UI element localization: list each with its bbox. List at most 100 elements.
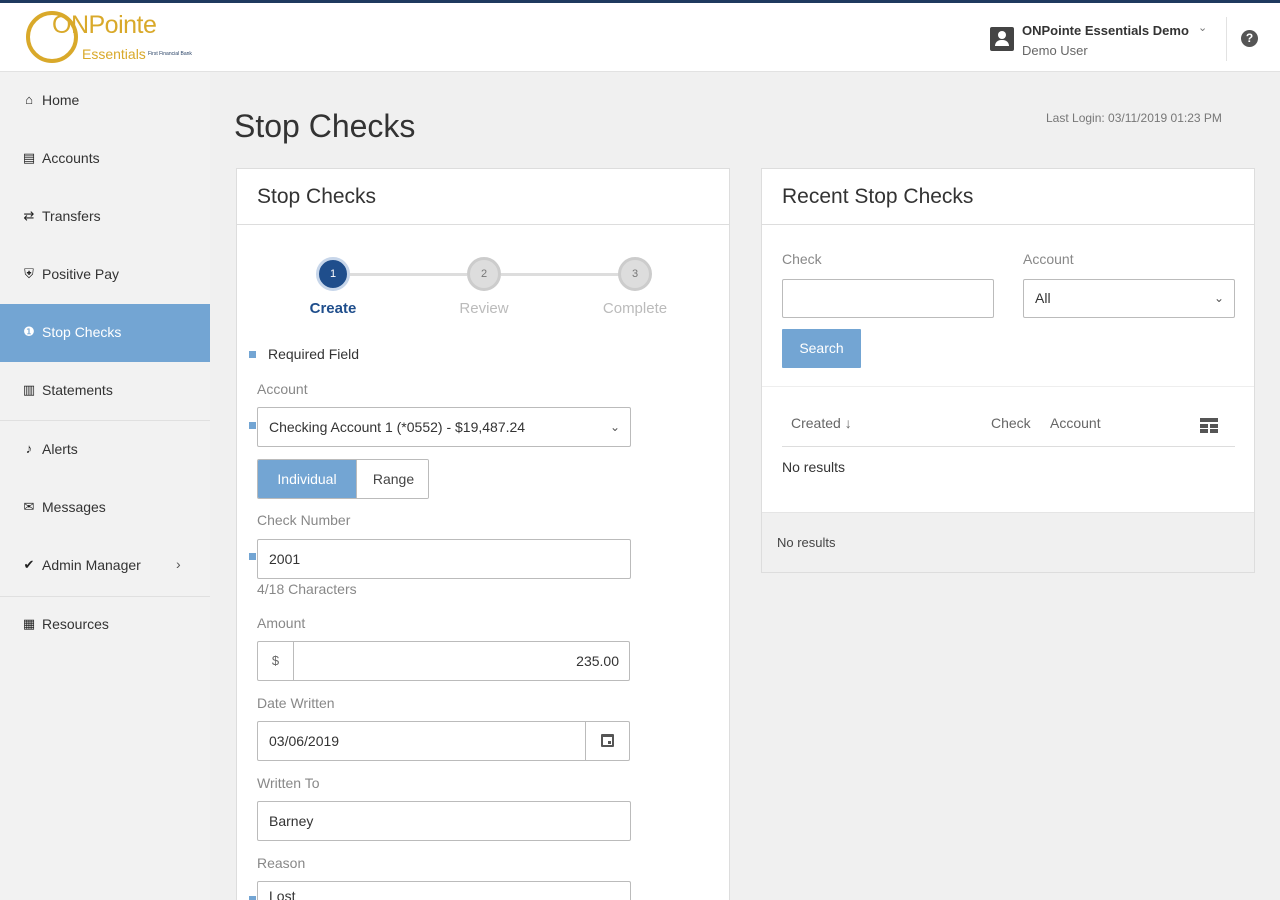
date-written-input[interactable]: 03/06/2019: [257, 721, 630, 761]
alert-circle-icon: ❶: [23, 324, 35, 339]
check-number-char-count: 4/18 Characters: [257, 581, 357, 597]
panel-title: Recent Stop Checks: [782, 185, 974, 208]
transfers-icon: ⇄: [23, 208, 35, 223]
sidebar-item-resources[interactable]: ▦ Resources: [0, 596, 210, 654]
reason-label: Reason: [257, 855, 306, 871]
header-divider: [1226, 17, 1227, 61]
amount-label: Amount: [257, 615, 306, 631]
column-header-created[interactable]: Created ↓: [791, 415, 852, 431]
table-empty-message: No results: [782, 459, 846, 475]
logo-sub-text: Essentials: [82, 46, 146, 62]
sidebar-item-transfers[interactable]: ⇄ Transfers: [0, 188, 210, 246]
envelope-icon: ✉: [23, 499, 35, 514]
account-select[interactable]: Checking Account 1 (*0552) - $19,487.24 …: [257, 407, 631, 447]
sidebar: ⌂ Home ▤ Accounts ⇄ Transfers ⛨ Positive…: [0, 72, 210, 900]
currency-prefix: $: [258, 642, 294, 680]
search-button[interactable]: Search: [782, 329, 861, 368]
check-number-input[interactable]: 2001: [257, 539, 631, 579]
logo-tagline: First Financial Bank: [148, 51, 192, 57]
range-button[interactable]: Range: [356, 460, 428, 498]
footer-status: No results: [777, 535, 836, 550]
table-header-divider: [782, 446, 1235, 447]
sidebar-item-stop-checks[interactable]: ❶ Stop Checks: [0, 304, 210, 362]
reason-select-value: Lost: [269, 888, 296, 900]
chevron-down-icon: ⌄: [609, 420, 620, 434]
sidebar-item-statements[interactable]: ▥ Statements: [0, 362, 210, 420]
logo-main-text: ONPointe: [52, 11, 157, 39]
amount-value: 235.00: [576, 653, 619, 669]
sidebar-item-label: Accounts: [42, 150, 100, 166]
sidebar-item-label: Resources: [42, 616, 109, 632]
step-2-label: Review: [459, 300, 509, 317]
sidebar-item-label: Messages: [42, 499, 106, 515]
panel-title: Stop Checks: [257, 185, 377, 208]
sidebar-item-label: Transfers: [42, 208, 101, 224]
required-field-note: Required Field: [268, 346, 360, 362]
required-marker: [249, 896, 256, 900]
step-2-circle: 2: [467, 257, 501, 291]
sidebar-item-label: Statements: [42, 382, 113, 398]
check-filter-input[interactable]: [782, 279, 994, 318]
amount-input[interactable]: $ 235.00: [257, 641, 630, 681]
stepper-line: [349, 273, 467, 276]
stop-check-form-panel: Stop Checks 1 2 3 Create Review Complete…: [236, 168, 730, 900]
org-name: ONPointe Essentials Demo: [1022, 23, 1189, 38]
page-title: Stop Checks: [234, 108, 416, 144]
sidebar-item-home[interactable]: ⌂ Home: [0, 72, 210, 130]
onpointe-logo[interactable]: ONPointe Essentials First Financial Bank: [26, 9, 206, 69]
account-filter-value: All: [1035, 290, 1051, 306]
sidebar-item-alerts[interactable]: ♪ Alerts: [0, 421, 210, 479]
user-menu[interactable]: ONPointe Essentials Demo ⌄ Demo User: [988, 19, 1218, 63]
shield-icon: ⛨: [24, 266, 34, 281]
check-filter-label: Check: [782, 251, 822, 267]
written-to-input[interactable]: Barney: [257, 801, 631, 841]
table-footer: No results: [762, 512, 1254, 572]
sidebar-item-label: Alerts: [42, 441, 78, 457]
chevron-down-icon: ⌄: [1213, 291, 1224, 305]
user-icon: [990, 27, 1014, 51]
required-marker: [249, 351, 256, 358]
check-mode-toggle: Individual Range: [257, 459, 429, 499]
book-icon: ▦: [22, 616, 36, 631]
step-1-label: Create: [309, 300, 357, 317]
sidebar-item-messages[interactable]: ✉ Messages: [0, 479, 210, 537]
chevron-down-icon: ⌄: [609, 893, 620, 900]
step-1-circle: 1: [316, 257, 350, 291]
accounts-icon: ▤: [22, 150, 36, 165]
required-marker: [249, 553, 256, 560]
stepper-line: [501, 273, 619, 276]
sidebar-item-label: Home: [42, 92, 80, 108]
panel-header: Recent Stop Checks: [762, 169, 1254, 225]
calendar-button[interactable]: [585, 722, 629, 760]
account-filter-select[interactable]: All ⌄: [1023, 279, 1235, 318]
account-label: Account: [257, 381, 308, 397]
chevron-down-icon: ⌄: [1198, 22, 1208, 34]
sidebar-item-admin-manager[interactable]: ✔ Admin Manager ›: [0, 537, 210, 595]
reason-select[interactable]: Lost ⌄: [257, 881, 631, 900]
recent-stop-checks-panel: Recent Stop Checks Check Account All ⌄ S…: [761, 168, 1255, 573]
sidebar-item-positive-pay[interactable]: ⛨ Positive Pay: [0, 246, 210, 304]
sidebar-item-accounts[interactable]: ▤ Accounts: [0, 130, 210, 188]
individual-button[interactable]: Individual: [258, 460, 356, 498]
help-icon[interactable]: ?: [1241, 30, 1258, 47]
account-filter-label: Account: [1023, 251, 1074, 267]
date-written-value: 03/06/2019: [269, 733, 340, 749]
account-select-value: Checking Account 1 (*0552) - $19,487.24: [269, 419, 526, 435]
column-header-check[interactable]: Check: [991, 415, 1031, 431]
step-3-circle: 3: [618, 257, 652, 291]
column-settings-icon[interactable]: [1200, 418, 1218, 433]
chevron-right-icon: ›: [176, 556, 181, 572]
sidebar-item-label: Positive Pay: [42, 266, 120, 282]
check-badge-icon: ✔: [23, 557, 35, 572]
column-header-account[interactable]: Account: [1050, 415, 1101, 431]
home-icon: ⌂: [25, 92, 33, 107]
bell-icon: ♪: [25, 441, 33, 456]
user-name: Demo User: [1022, 43, 1088, 58]
calendar-icon: [601, 734, 614, 747]
document-icon: ▥: [22, 382, 36, 397]
required-marker: [249, 422, 256, 429]
last-login: Last Login: 03/11/2019 01:23 PM: [1046, 111, 1222, 125]
panel-header: Stop Checks: [237, 169, 729, 225]
step-3-label: Complete: [602, 300, 668, 317]
written-to-label: Written To: [257, 775, 320, 791]
